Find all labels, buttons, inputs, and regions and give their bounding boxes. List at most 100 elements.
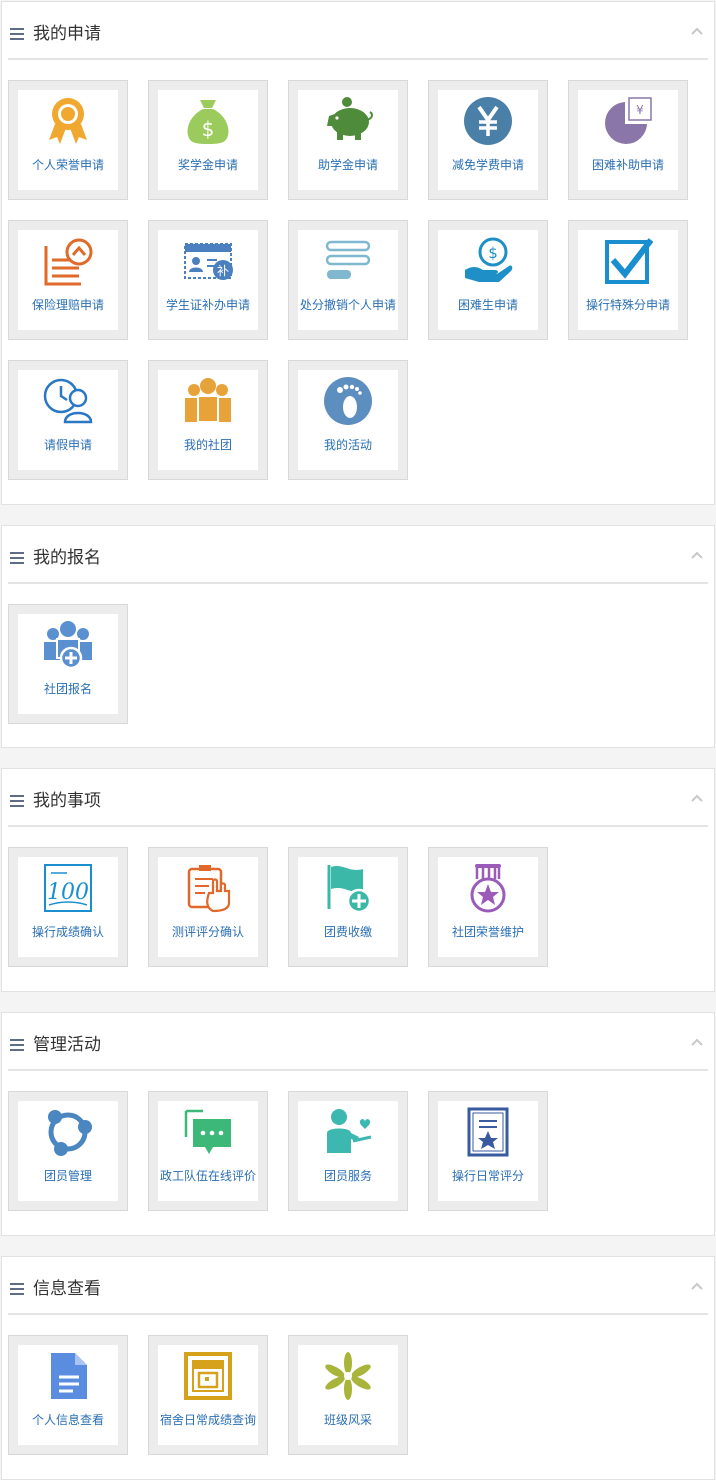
tile-card: 个人信息查看 — [18, 1345, 118, 1445]
yen-coin-icon — [463, 96, 513, 146]
score-100-icon: 100 — [43, 863, 93, 913]
app-tile[interactable]: 100 操行成绩确认 — [8, 847, 128, 967]
app-tile[interactable]: 助学金申请 — [288, 80, 408, 200]
tile-label: 测评评分确认 — [171, 925, 244, 939]
tile-label: 困难补助申请 — [591, 158, 664, 172]
piggy-bank-icon — [323, 96, 373, 146]
app-tile[interactable]: 政工队伍在线评价 — [148, 1091, 268, 1211]
tile-label: 个人信息查看 — [31, 1413, 104, 1427]
app-tile[interactable]: 团费收缴 — [288, 847, 408, 967]
chat-bubble-icon — [183, 1107, 233, 1157]
app-tile[interactable]: 班级风采 — [288, 1335, 408, 1455]
frame-box-icon — [183, 1351, 233, 1401]
tile-label: 班级风采 — [323, 1413, 372, 1427]
svg-text:¥: ¥ — [636, 103, 644, 117]
tile-card: ¥ 困难补助申请 — [578, 90, 678, 190]
app-tile[interactable]: 我的社团 — [148, 360, 268, 480]
tile-card: 社团荣誉维护 — [438, 857, 538, 957]
tile-card: 请假申请 — [18, 370, 118, 470]
app-tile[interactable]: 减免学费申请 — [428, 80, 548, 200]
group-icon — [183, 376, 233, 426]
tile-card: 政工队伍在线评价 — [158, 1101, 258, 1201]
tile-card: $ 困难生申请 — [438, 230, 538, 330]
app-tile[interactable]: 宿舍日常成绩查询 — [148, 1335, 268, 1455]
tile-card: 团员服务 — [298, 1101, 398, 1201]
app-tile[interactable]: 处分撤销个人申请 — [288, 220, 408, 340]
clipboard-hand-icon — [183, 863, 233, 913]
tile-label: 处分撤销个人申请 — [299, 298, 396, 312]
insurance-doc-icon — [43, 236, 93, 286]
document-icon — [43, 1351, 93, 1401]
tile-card: 100 操行成绩确认 — [18, 857, 118, 957]
app-tile[interactable]: 保险理赔申请 — [8, 220, 128, 340]
app-tile[interactable]: $ 困难生申请 — [428, 220, 548, 340]
tile-card: 宿舍日常成绩查询 — [158, 1345, 258, 1445]
tile-card: 补学生证补办申请 — [158, 230, 258, 330]
panel-title: 管理活动 — [33, 1035, 101, 1055]
app-tile[interactable]: ¥ 困难补助申请 — [568, 80, 688, 200]
group-add-icon — [43, 620, 93, 670]
app-tile[interactable]: 个人信息查看 — [8, 1335, 128, 1455]
tile-label: 我的社团 — [183, 438, 232, 452]
student-card-icon: 补 — [183, 236, 233, 286]
panel-section: 我的报名社团报名 — [1, 525, 715, 748]
tile-label: 困难生申请 — [457, 298, 518, 312]
chevron-up-icon[interactable] — [690, 26, 704, 36]
user-clock-icon — [43, 376, 93, 426]
tile-card: 团费收缴 — [298, 857, 398, 957]
medal-icon — [43, 96, 93, 146]
chevron-up-icon[interactable] — [690, 793, 704, 803]
panel-header[interactable]: 信息查看 — [2, 1257, 714, 1315]
panel-section: 信息查看个人信息查看 宿舍日常成绩查询 班级风采 — [1, 1256, 715, 1480]
hand-coin-icon: $ — [463, 236, 513, 286]
star-medal-icon — [463, 863, 513, 913]
panel-section: 我的申请个人荣誉申请 $ 奖学金申请 助学金申请 减免学费申请 ¥ 困难补助申请保险理赔申请… — [1, 1, 715, 505]
svg-text:补: 补 — [217, 264, 229, 278]
star-certificate-icon — [463, 1107, 513, 1157]
tile-label: 我的活动 — [323, 438, 372, 452]
app-tile[interactable]: 操行日常评分 — [428, 1091, 548, 1211]
pie-chart-icon: ¥ — [603, 96, 653, 146]
tile-label: 宿舍日常成绩查询 — [159, 1413, 256, 1427]
chevron-up-icon[interactable] — [690, 1037, 704, 1047]
tile-label: 操行成绩确认 — [31, 925, 104, 939]
tile-label: 学生证补办申请 — [165, 298, 250, 312]
list-menu-icon — [10, 28, 24, 40]
tile-card: 个人荣誉申请 — [18, 90, 118, 190]
money-bag-icon: $ — [183, 96, 233, 146]
app-tile[interactable]: 测评评分确认 — [148, 847, 268, 967]
tile-card: 操行日常评分 — [438, 1101, 538, 1201]
panel-header[interactable]: 我的事项 — [2, 769, 714, 827]
app-tile[interactable]: 个人荣誉申请 — [8, 80, 128, 200]
chevron-up-icon[interactable] — [690, 550, 704, 560]
app-tile[interactable]: 请假申请 — [8, 360, 128, 480]
tile-card: 保险理赔申请 — [18, 230, 118, 330]
tile-card: 团员管理 — [18, 1101, 118, 1201]
panel-section: 管理活动团员管理 政工队伍在线评价 团员服务 操行日常评分 — [1, 1012, 715, 1236]
app-tile[interactable]: 团员服务 — [288, 1091, 408, 1211]
app-tile[interactable]: 社团荣誉维护 — [428, 847, 548, 967]
app-tile[interactable]: 团员管理 — [8, 1091, 128, 1211]
flower-icon — [323, 1351, 373, 1401]
panel-header[interactable]: 我的申请 — [2, 2, 714, 60]
app-tile[interactable]: 社团报名 — [8, 604, 128, 724]
chevron-up-icon[interactable] — [690, 1281, 704, 1291]
app-tile[interactable]: $ 奖学金申请 — [148, 80, 268, 200]
panel-title: 信息查看 — [33, 1279, 101, 1299]
app-tile[interactable]: 补学生证补办申请 — [148, 220, 268, 340]
app-tile[interactable]: 我的活动 — [288, 360, 408, 480]
tile-card: 我的活动 — [298, 370, 398, 470]
panel-header[interactable]: 管理活动 — [2, 1013, 714, 1071]
app-tile[interactable]: 操行特殊分申请 — [568, 220, 688, 340]
header-divider — [8, 1069, 708, 1071]
svg-text:$: $ — [202, 117, 215, 141]
tile-card: 社团报名 — [18, 614, 118, 714]
tile-label: 政工队伍在线评价 — [159, 1169, 256, 1183]
tile-card: 助学金申请 — [298, 90, 398, 190]
panel-header[interactable]: 我的报名 — [2, 526, 714, 584]
tile-label: 操行特殊分申请 — [585, 298, 670, 312]
tile-label: 团员管理 — [43, 1169, 92, 1183]
flag-add-icon — [323, 863, 373, 913]
tile-label: 助学金申请 — [317, 158, 378, 172]
tile-card: 我的社团 — [158, 370, 258, 470]
